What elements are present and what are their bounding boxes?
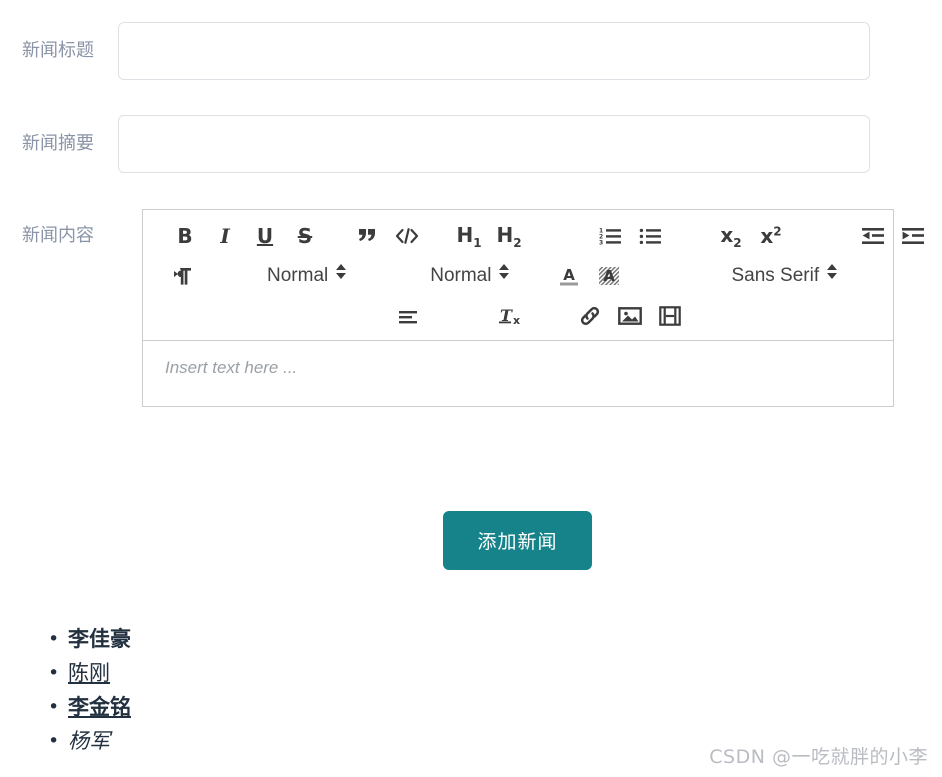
align-button[interactable] (388, 298, 428, 334)
list-item: 陈刚 (68, 656, 131, 690)
header-picker-label: Normal (430, 265, 499, 287)
font-color-icon: A (556, 264, 582, 288)
subscript-icon: x2 (720, 223, 741, 250)
toolbar-row-2: Normal Normal A (143, 256, 893, 296)
name-text: 杨军 (68, 729, 110, 753)
video-icon (659, 306, 681, 326)
rich-text-editor: B I U S (142, 209, 894, 407)
outdent-button[interactable] (853, 218, 893, 254)
name-text: 陈刚 (68, 661, 110, 685)
superscript-button[interactable]: x2 (751, 218, 791, 254)
label-news-title: 新闻标题 (0, 22, 118, 62)
font-picker[interactable]: Sans Serif (731, 258, 837, 294)
italic-button[interactable]: I (205, 218, 245, 254)
chevron-updown-icon (336, 264, 346, 279)
clear-formatting-icon: T x (497, 305, 523, 327)
text-direction-button[interactable] (165, 258, 205, 294)
outdent-icon (861, 227, 885, 245)
header-1-button[interactable]: H1 (449, 218, 489, 254)
indent-button[interactable] (893, 218, 933, 254)
background-color-button[interactable]: A (589, 258, 629, 294)
code-block-button[interactable] (387, 218, 427, 254)
editor-content-area[interactable]: Insert text here ... (142, 341, 894, 407)
chevron-updown-icon-3 (827, 264, 837, 279)
csdn-watermark: CSDN @一吃就胖的小李 (709, 742, 928, 769)
list-item: 李金铭 (68, 690, 131, 724)
toolbar-row-3: T x (143, 296, 893, 336)
svg-text:A: A (564, 266, 576, 284)
ordered-list-button[interactable]: 1 2 3 (591, 218, 631, 254)
underline-icon: U (257, 224, 273, 248)
subscript-button[interactable]: x2 (711, 218, 751, 254)
header-picker[interactable]: Normal (430, 258, 509, 294)
paragraph-direction-icon (172, 265, 198, 287)
ordered-list-icon: 1 2 3 (599, 226, 623, 246)
label-news-summary: 新闻摘要 (0, 115, 118, 155)
strikethrough-button[interactable]: S (285, 218, 325, 254)
list-item: 李佳豪 (68, 622, 131, 656)
list-item: 杨军 (68, 724, 131, 758)
bold-button[interactable]: B (165, 218, 205, 254)
align-left-icon (396, 307, 420, 325)
editor-placeholder: Insert text here ... (165, 357, 871, 379)
underline-button[interactable]: U (245, 218, 285, 254)
bold-icon: B (177, 224, 192, 248)
background-color-icon: A (596, 264, 622, 288)
news-summary-input[interactable] (118, 115, 870, 173)
form-row-summary: 新闻摘要 (0, 115, 942, 173)
quote-icon (356, 226, 378, 246)
superscript-icon: x2 (760, 224, 781, 248)
name-text: 李金铭 (68, 695, 131, 719)
svg-text:x: x (513, 314, 520, 327)
italic-icon: I (220, 224, 229, 248)
label-news-content: 新闻内容 (0, 225, 118, 247)
image-button[interactable] (610, 298, 650, 334)
header-2-button[interactable]: H2 (489, 218, 529, 254)
blockquote-button[interactable] (347, 218, 387, 254)
toolbar-row-1: B I U S (143, 216, 893, 256)
size-picker-label: Normal (267, 265, 336, 287)
code-icon (395, 227, 419, 245)
h1-icon: H1 (456, 223, 481, 250)
svg-text:A: A (604, 267, 616, 285)
image-icon (618, 306, 642, 326)
add-news-button[interactable]: 添加新闻 (443, 511, 592, 570)
form-row-title: 新闻标题 (0, 22, 942, 80)
name-list: 李佳豪 陈刚 李金铭 杨军 (40, 622, 131, 758)
bullet-list-icon (639, 226, 663, 246)
font-picker-label: Sans Serif (731, 265, 827, 287)
chevron-updown-icon-2 (499, 264, 509, 279)
indent-icon (901, 227, 925, 245)
link-icon (578, 305, 602, 327)
name-text: 李佳豪 (68, 627, 131, 651)
size-picker[interactable]: Normal (267, 258, 346, 294)
link-button[interactable] (570, 298, 610, 334)
news-title-input[interactable] (118, 22, 870, 80)
strikethrough-icon: S (298, 224, 312, 248)
text-color-button[interactable]: A (549, 258, 589, 294)
video-button[interactable] (650, 298, 690, 334)
editor-toolbar: B I U S (142, 209, 894, 341)
bullet-list-button[interactable] (631, 218, 671, 254)
svg-text:3: 3 (599, 240, 603, 247)
clear-format-button[interactable]: T x (490, 298, 530, 334)
h2-icon: H2 (496, 223, 521, 250)
